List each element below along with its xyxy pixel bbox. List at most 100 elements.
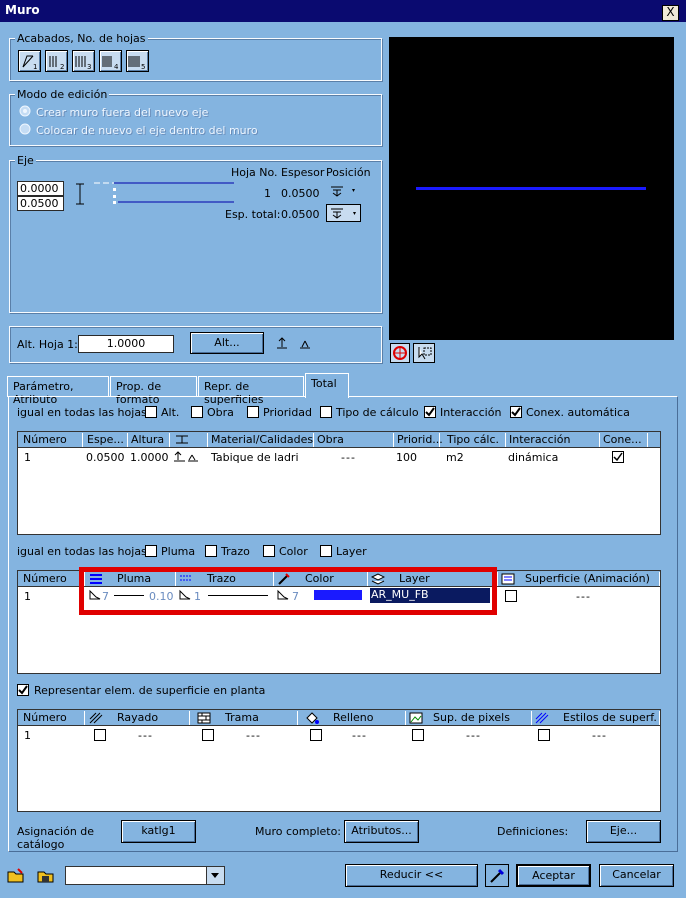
hojas-2-button[interactable]: 2 [45,50,68,72]
th3-numero[interactable]: Número [20,711,85,725]
th3-rayado[interactable]: Rayado [86,711,190,725]
tab-prop-formato[interactable]: Prop. de formato [110,376,197,406]
posicion-icon[interactable] [328,184,358,201]
igual-trazo-checkbox[interactable] [205,545,217,557]
save-folder-icon[interactable] [36,866,56,886]
t3-pixels-value[interactable]: --- [466,729,481,742]
surface-table-header: Número Rayado Trama Relleno Sup. de pixe… [18,710,660,726]
eje-value-1[interactable]: 0.0000 [17,181,64,196]
preview-target-icon[interactable] [390,343,410,363]
dropdown-arrow[interactable] [206,867,224,884]
reducir-button[interactable]: Reducir << [345,864,478,887]
igual-pluma-checkbox[interactable] [145,545,157,557]
tab-repr-superficies[interactable]: Repr. de superficies [198,376,304,406]
th3-rayado-label: Rayado [117,711,159,724]
aceptar-button[interactable]: Aceptar [516,864,591,887]
hoja-espesor: 0.0500 [281,187,320,200]
hoja-number: 1 [264,187,271,200]
t3-estilos-value[interactable]: --- [592,729,607,742]
close-button[interactable]: X [662,5,679,21]
igual-interaccion-checkbox[interactable] [424,406,436,418]
igual-layer-checkbox[interactable] [320,545,332,557]
th-obra[interactable]: Obra [314,433,394,447]
t3-trama-value[interactable]: --- [246,729,261,742]
t3-estilos-checkbox[interactable] [538,729,550,741]
favorites-dropdown[interactable] [65,866,225,885]
asignacion-label: Asignación de catálogo [17,825,95,851]
th-numero[interactable]: Número [20,433,83,447]
igual-tipo-label: Tipo de cálculo [336,406,419,419]
open-folder-icon[interactable] [6,866,26,886]
eje-button[interactable]: Eje... [586,820,661,843]
th-material[interactable]: Material/Calidades [208,433,314,447]
preview-select-icon[interactable] [413,343,435,363]
igual-color-label: Color [279,545,308,558]
t2-numero[interactable]: 1 [24,590,31,603]
t1-numero[interactable]: 1 [24,451,31,464]
alt-down-icon[interactable] [298,338,312,355]
pipette-icon[interactable] [485,864,509,887]
th-conex[interactable]: Cone... [600,433,648,447]
t3-relleno-value[interactable]: --- [352,729,367,742]
col-posicion-header: Posición [326,166,371,179]
tab-parametro[interactable]: Parámetro, Atributo [7,376,109,406]
t1-prioridad[interactable]: 100 [396,451,417,464]
th3-relleno-label: Relleno [333,711,374,724]
t1-obra[interactable]: --- [341,451,356,464]
modo-radio-1[interactable] [19,105,31,120]
eje-value-2[interactable]: 0.0500 [17,196,64,211]
hojas-5-button[interactable]: 5 [126,50,149,72]
t3-numero[interactable]: 1 [24,729,31,742]
t3-pixels-checkbox[interactable] [412,729,424,741]
alt-hoja-input[interactable]: 1.0000 [78,335,174,353]
igual-prioridad-checkbox[interactable] [247,406,259,418]
t3-trama-checkbox[interactable] [202,729,214,741]
katlg-button[interactable]: katlg1 [121,820,196,843]
modo-radio-2[interactable] [19,123,31,138]
cancelar-button[interactable]: Cancelar [599,864,674,887]
surface-table: Número Rayado Trama Relleno Sup. de pixe… [17,709,661,812]
esp-total-value: 0.0500 [281,208,320,221]
alt-button[interactable]: Alt... [190,332,264,354]
hojas-1-button[interactable]: 1 [18,50,41,72]
hojas-4-button[interactable]: 4 [99,50,122,72]
th2-numero[interactable]: Número [20,572,85,586]
th-alt-icon[interactable] [170,433,208,447]
th3-pixels[interactable]: Sup. de pixels [406,711,532,725]
th3-trama[interactable]: Trama [194,711,298,725]
t2-superficie-value[interactable]: --- [576,590,591,603]
t1-tipo[interactable]: m2 [446,451,464,464]
th3-relleno[interactable]: Relleno [302,711,406,725]
th2-superficie[interactable]: Superficie (Animación) [498,572,660,586]
t1-altura[interactable]: 1.0000 [130,451,169,464]
igual-conex-checkbox[interactable] [510,406,522,418]
igual-obra-checkbox[interactable] [191,406,203,418]
hojas-3-button[interactable]: 3 [72,50,95,72]
th3-estilos[interactable]: Estilos de superf. [532,711,660,725]
representar-checkbox[interactable] [17,684,29,696]
th-interaccion[interactable]: Interacción [506,433,600,447]
th3-estilos-label: Estilos de superf. [563,711,657,724]
th-espesor[interactable]: Espe... [84,433,128,447]
t1-conex-checkbox[interactable] [612,451,624,463]
th-prioridad[interactable]: Priorid... [394,433,443,447]
t3-relleno-checkbox[interactable] [310,729,322,741]
tab-total[interactable]: Total [305,373,349,398]
modo-label: Modo de edición [15,88,110,101]
t3-rayado-value[interactable]: --- [138,729,153,742]
igual-color-checkbox[interactable] [263,545,275,557]
t1-material[interactable]: Tabique de ladri [211,451,299,464]
col-hoja-header: Hoja No. [231,166,278,179]
t1-espesor[interactable]: 0.0500 [86,451,125,464]
igual-tipo-checkbox[interactable] [320,406,332,418]
th-altura[interactable]: Altura [128,433,170,447]
th-tipo[interactable]: Tipo cálc. [444,433,506,447]
igual-obra-label: Obra [207,406,234,419]
igual-alt-checkbox[interactable] [145,406,157,418]
esp-total-posicion-dropdown[interactable] [326,204,361,222]
t3-rayado-checkbox[interactable] [94,729,106,741]
t2-superficie-checkbox[interactable] [505,590,517,602]
t1-interaccion[interactable]: dinámica [508,451,558,464]
alt-up-icon[interactable] [275,336,289,353]
atributos-button[interactable]: Atributos... [344,820,419,843]
